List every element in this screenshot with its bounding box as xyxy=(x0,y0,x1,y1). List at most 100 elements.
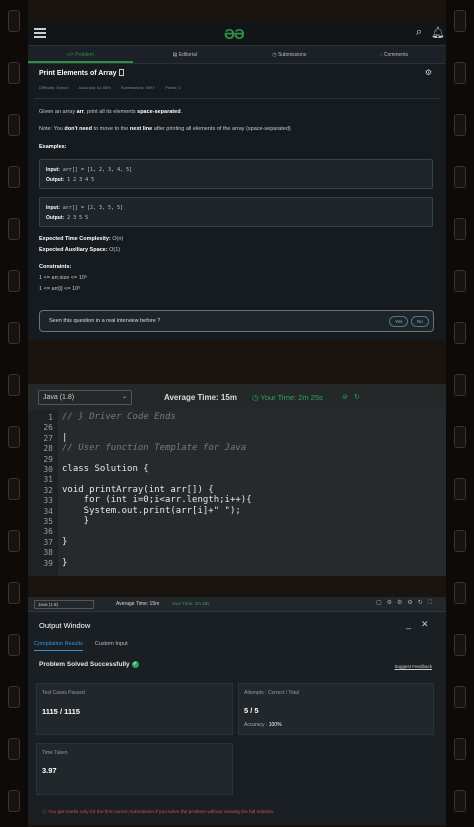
test-cases-label: Test Cases Passed xyxy=(42,690,85,696)
yes-button[interactable]: Yes xyxy=(389,316,409,327)
example-1: Input: arr[] = [1, 2, 3, 4, 5] Output: 1… xyxy=(39,159,433,189)
pause-timer-icon[interactable]: ⊘ xyxy=(342,393,348,401)
example-2: Input: arr[] = [2, 3, 5, 5] Output: 2 3 … xyxy=(39,197,433,227)
top-bar: ƏƏ ⌕ 🔔︎ xyxy=(28,22,446,46)
accuracy-row: Accuracy : 100% xyxy=(244,722,282,728)
bell-icon[interactable]: 🔔︎ xyxy=(431,26,445,39)
language-select-mini[interactable]: Java (1.8) xyxy=(34,600,94,609)
language-select[interactable]: Java (1.8) ⌄ xyxy=(38,390,132,405)
film-hole xyxy=(454,738,466,760)
warning-icon: ⓘ xyxy=(42,810,47,815)
film-hole xyxy=(8,10,20,32)
average-time-mini: Average Time: 15m xyxy=(116,601,160,607)
code-text: System.out.print(arr[i]+" "); xyxy=(62,505,241,516)
code-line[interactable]: 35 } xyxy=(28,516,446,527)
interview-banner: Seen this question in a real interview b… xyxy=(39,310,434,332)
suggest-feedback-link[interactable]: Suggest Feedback xyxy=(394,664,432,669)
code-text: } xyxy=(62,536,68,547)
no-button[interactable]: No xyxy=(411,316,429,327)
film-hole xyxy=(8,530,20,552)
line-number: 28 xyxy=(43,444,53,454)
code-line[interactable]: 31 xyxy=(28,475,446,485)
aux-space: Expected Auxiliary Space: O(1) xyxy=(39,247,121,253)
constraint-2: 1 <= arr[i] <= 10⁶ xyxy=(39,286,81,292)
code-text: // } Driver Code Ends xyxy=(62,412,176,422)
gfg-logo[interactable]: ƏƏ xyxy=(224,26,245,43)
code-line[interactable]: 36 xyxy=(28,527,446,537)
code-text: // User function Template for Java xyxy=(62,443,247,454)
tab-custom-input[interactable]: Custom Input xyxy=(95,641,128,651)
editor-panel: Java (1.8) ⌄ Average Time: 15m ◷ Your Tim… xyxy=(28,384,446,576)
code-text: } xyxy=(62,557,68,568)
film-hole xyxy=(454,270,466,292)
code-line[interactable]: 39} xyxy=(28,557,446,569)
film-hole xyxy=(454,114,466,136)
film-hole xyxy=(454,634,466,656)
bookmark-icon[interactable] xyxy=(118,69,124,76)
code-line[interactable]: 33 for (int i=0;i<arr.length;i++){ xyxy=(28,496,446,506)
code-line[interactable]: 28 // User function Template for Java xyxy=(28,444,446,454)
time-taken-card: Time Taken 3.97 xyxy=(36,743,233,795)
code-line[interactable]: 32 void printArray(int arr[]) { xyxy=(28,484,446,496)
constraints-label: Constraints: xyxy=(39,264,72,270)
code-text: } xyxy=(62,516,90,526)
problem-meta: Difficulty: School Accuracy: 61.55% Subm… xyxy=(39,85,181,90)
line-number: 36 xyxy=(43,527,53,537)
check-icon: ✓ xyxy=(131,661,139,668)
film-hole xyxy=(8,114,20,136)
your-time: ◷ Your Time: 2m 25s xyxy=(252,393,323,402)
line-number: 27 xyxy=(43,433,53,443)
line-number: 26 xyxy=(43,423,53,433)
code-line[interactable]: 26 xyxy=(28,423,446,433)
code-line[interactable]: 1 // } Driver Code Ends xyxy=(28,412,446,423)
line-number: 30 xyxy=(43,465,53,474)
film-hole xyxy=(454,426,466,448)
code-line[interactable]: 27 | xyxy=(28,433,446,444)
code-line[interactable]: 30 class Solution { xyxy=(28,464,446,475)
marks-note: ⓘ You get marks only for the first corre… xyxy=(42,810,275,815)
film-hole xyxy=(454,374,466,396)
film-hole xyxy=(454,686,466,708)
minimize-icon[interactable]: _ xyxy=(406,619,411,629)
film-hole xyxy=(454,322,466,344)
film-hole xyxy=(8,582,20,604)
menu-icon[interactable] xyxy=(34,28,46,38)
search-icon[interactable]: ⌕ xyxy=(416,26,422,39)
reset-timer-icon[interactable]: ↻ xyxy=(354,393,360,401)
film-hole xyxy=(454,530,466,552)
time-taken-label: Time Taken xyxy=(42,750,68,756)
tab-comments[interactable]: ◌ Comments xyxy=(342,46,447,63)
problem-note: Note: You don't need to move to the next… xyxy=(39,126,291,132)
film-hole xyxy=(454,218,466,240)
line-number: 31 xyxy=(43,475,53,485)
your-time-mini: Your Time: 2m 25s xyxy=(172,601,210,606)
close-icon[interactable]: ✕ xyxy=(421,619,429,630)
film-hole xyxy=(8,218,20,240)
tab-compilation-results[interactable]: Compilation Results xyxy=(34,641,83,651)
editor-toolbar-icons[interactable]: ▢⚙⚙⚙↻⛶ xyxy=(376,599,437,607)
code-line[interactable]: 34 System.out.print(arr[i]+" "); xyxy=(28,505,446,517)
film-hole xyxy=(8,738,20,760)
tab-editorial[interactable]: ▤ Editorial xyxy=(133,46,238,63)
code-line[interactable]: 37} xyxy=(28,536,446,548)
film-hole xyxy=(8,426,20,448)
film-hole xyxy=(8,686,20,708)
film-hole xyxy=(454,62,466,84)
test-cases-value: 1115 / 1115 xyxy=(42,707,80,716)
code-line[interactable]: 29 xyxy=(28,455,446,465)
line-number: 1 xyxy=(48,413,53,422)
output-header: Java (1.8) Average Time: 15m Your Time: … xyxy=(28,597,446,612)
success-status: Problem Solved Successfully ✓ xyxy=(39,661,139,669)
code-text: void printArray(int arr[]) { xyxy=(62,484,214,495)
attempts-label: Attempts : Correct / Total xyxy=(244,690,299,696)
tab-problem[interactable]: </> Problem xyxy=(28,46,133,63)
film-hole xyxy=(454,166,466,188)
submissions: Submissions: 90K+ xyxy=(120,85,156,90)
code-line[interactable]: 38 xyxy=(28,548,446,558)
line-number: 37 xyxy=(43,537,53,547)
problem-description: Given an array arr, print all its elemen… xyxy=(39,109,183,115)
settings-icon[interactable]: ⚙ xyxy=(425,68,432,77)
film-hole xyxy=(454,478,466,500)
points: Points: 0 xyxy=(165,85,181,90)
tab-submissions[interactable]: ◷ Submissions xyxy=(237,46,342,63)
